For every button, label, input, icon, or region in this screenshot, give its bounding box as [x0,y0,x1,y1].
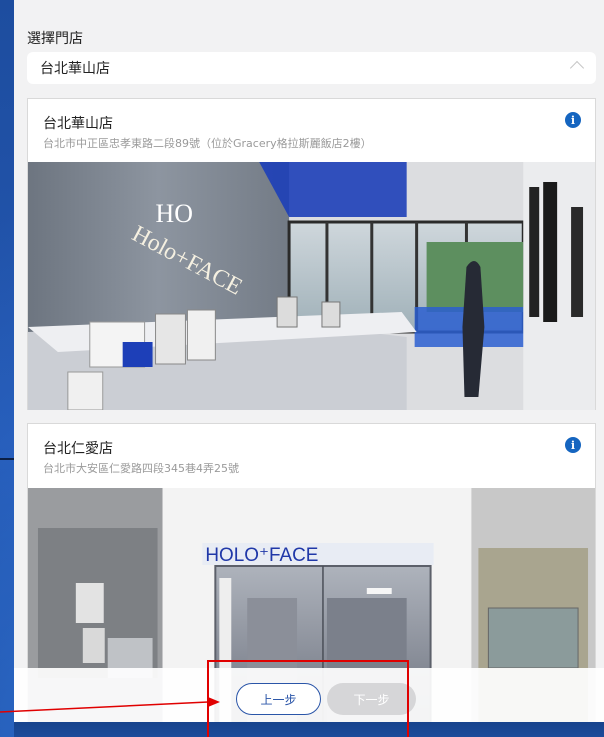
store-select-value: 台北華山店 [40,61,110,77]
store-select-label: 選擇門店 [27,31,83,47]
prev-step-button[interactable]: 上一步 [236,683,321,715]
page-bottom-strip [14,722,604,737]
next-step-button[interactable]: 下一步 [327,683,416,715]
store-address: 台北市大安區仁愛路四段345巷4弄25號 [43,462,239,475]
store-selection-panel: 選擇門店 台北華山店 台北華山店 台北市中正區忠孝東路二段89號（位於Grace… [14,0,604,722]
photo-sign-text: HOLO⁺FACE [205,545,318,566]
info-icon[interactable]: i [565,437,581,453]
store-card-huashan[interactable]: 台北華山店 台北市中正區忠孝東路二段89號（位於Gracery格拉斯麗飯店2樓）… [27,98,596,410]
info-icon[interactable]: i [565,112,581,128]
photo-logo-text: HO [156,199,193,228]
store-name: 台北仁愛店 [43,441,113,457]
store-select-dropdown[interactable]: 台北華山店 [27,52,596,84]
chevron-up-icon [569,60,585,76]
store-name: 台北華山店 [43,116,113,132]
store-address: 台北市中正區忠孝東路二段89號（位於Gracery格拉斯麗飯店2樓） [43,137,372,150]
store-photo-huashan: HO Holo+FACE [28,162,595,410]
